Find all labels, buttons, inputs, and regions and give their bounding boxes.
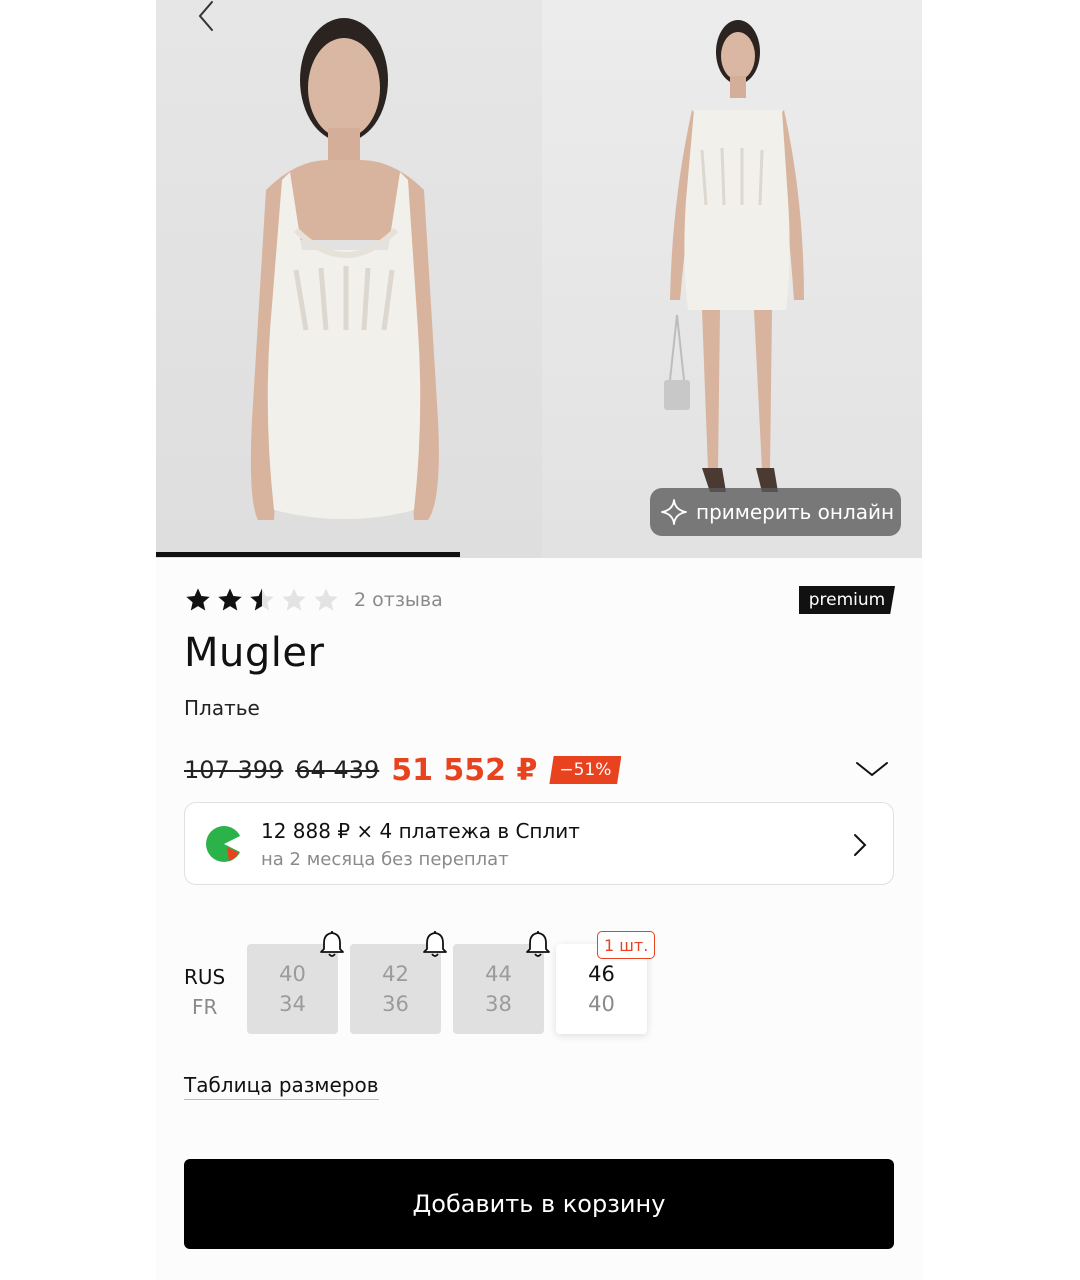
- size-fr-value: 34: [279, 992, 306, 1016]
- try-on-button[interactable]: примерить онлайн: [650, 488, 901, 536]
- product-page: примерить онлайн 2 отзыва premium Mugler…: [156, 0, 922, 1280]
- previous-price: 64 439: [295, 756, 380, 784]
- star-empty-icon: [314, 588, 338, 611]
- star-half-icon: [250, 588, 274, 611]
- premium-badge: premium: [799, 586, 895, 614]
- price-details-toggle[interactable]: [854, 757, 890, 781]
- brand-name[interactable]: Mugler: [184, 630, 324, 676]
- discount-badge: −51%: [549, 756, 622, 784]
- split-payment-card[interactable]: 12 888 ₽ × 4 платежа в Сплит на 2 месяца…: [184, 802, 894, 885]
- split-terms-text: на 2 месяца без переплат: [261, 849, 509, 870]
- sparkle-icon: [661, 499, 687, 525]
- rating-stars: [184, 586, 340, 614]
- notify-bell-icon[interactable]: [422, 930, 448, 958]
- current-price: 51 552 ₽: [391, 752, 538, 788]
- rating-row[interactable]: 2 отзыва: [184, 584, 443, 616]
- product-photo-front[interactable]: [156, 0, 542, 558]
- stock-count-badge: 1 шт.: [597, 931, 656, 959]
- star-full-icon: [186, 588, 210, 611]
- original-price: 107 399: [184, 756, 284, 784]
- size-fr-value: 36: [382, 992, 409, 1016]
- size-rus-value: 42: [382, 962, 409, 986]
- chevron-left-icon: [198, 1, 213, 31]
- size-rus-value: 44: [485, 962, 512, 986]
- split-logo-icon: [206, 826, 242, 862]
- try-on-label: примерить онлайн: [696, 500, 895, 524]
- size-system-rus: RUS: [184, 965, 226, 989]
- size-fr-value: 40: [588, 992, 615, 1016]
- size-system-labels: RUS FR: [184, 962, 244, 1022]
- chevron-right-icon: [854, 834, 867, 856]
- star-full-icon: [218, 588, 242, 611]
- size-system-fr: FR: [192, 995, 218, 1019]
- size-rus-value: 46: [588, 962, 615, 986]
- gallery-progress-indicator: [156, 552, 460, 557]
- size-rus-value: 40: [279, 962, 306, 986]
- product-photo-full[interactable]: [542, 0, 922, 558]
- size-chart-link[interactable]: Таблица размеров: [184, 1073, 379, 1100]
- add-to-cart-button[interactable]: Добавить в корзину: [184, 1159, 894, 1249]
- notify-bell-icon[interactable]: [525, 930, 551, 958]
- star-empty-icon: [282, 588, 306, 611]
- chevron-down-icon: [856, 762, 888, 777]
- reviews-count-link[interactable]: 2 отзыва: [354, 589, 443, 611]
- product-gallery[interactable]: примерить онлайн: [156, 0, 922, 558]
- notify-bell-icon[interactable]: [319, 930, 345, 958]
- price-row: 107 399 64 439 51 552 ₽ −51%: [184, 750, 622, 790]
- product-category: Платье: [184, 696, 260, 720]
- back-button[interactable]: [192, 0, 220, 34]
- size-fr-value: 38: [485, 992, 512, 1016]
- split-installment-text: 12 888 ₽ × 4 платежа в Сплит: [261, 819, 580, 843]
